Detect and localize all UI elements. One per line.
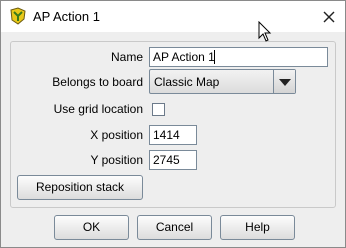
text-caret: [214, 50, 215, 64]
name-label: Name: [110, 50, 143, 64]
dropdown-arrow[interactable]: [273, 70, 295, 93]
title-bar[interactable]: AP Action 1: [1, 1, 345, 32]
app-logo-icon: [10, 7, 26, 25]
x-position-label: X position: [90, 128, 143, 142]
name-field[interactable]: [149, 47, 328, 67]
dialog-content: Name Belongs to board Classic Map Use gr…: [1, 32, 345, 247]
help-button[interactable]: Help: [220, 215, 295, 240]
reposition-stack-button[interactable]: Reposition stack: [17, 175, 143, 200]
properties-panel: Name Belongs to board Classic Map Use gr…: [10, 41, 336, 208]
board-label: Belongs to board: [52, 75, 143, 89]
close-icon[interactable]: [319, 7, 339, 27]
window-title: AP Action 1: [33, 9, 100, 24]
dialog-window: AP Action 1 Name Belongs to board Classi…: [0, 0, 346, 248]
cancel-button[interactable]: Cancel: [137, 215, 212, 240]
y-position-field[interactable]: [149, 150, 197, 170]
x-position-field[interactable]: [149, 125, 197, 145]
grid-label: Use grid location: [53, 102, 143, 116]
board-select-value: Classic Map: [154, 75, 220, 89]
board-select[interactable]: Classic Map: [149, 69, 296, 94]
ok-button[interactable]: OK: [54, 215, 129, 240]
use-grid-checkbox[interactable]: [152, 103, 165, 116]
mouse-cursor-icon: [258, 21, 272, 42]
y-position-label: Y position: [90, 153, 143, 167]
chevron-down-icon: [279, 79, 291, 86]
